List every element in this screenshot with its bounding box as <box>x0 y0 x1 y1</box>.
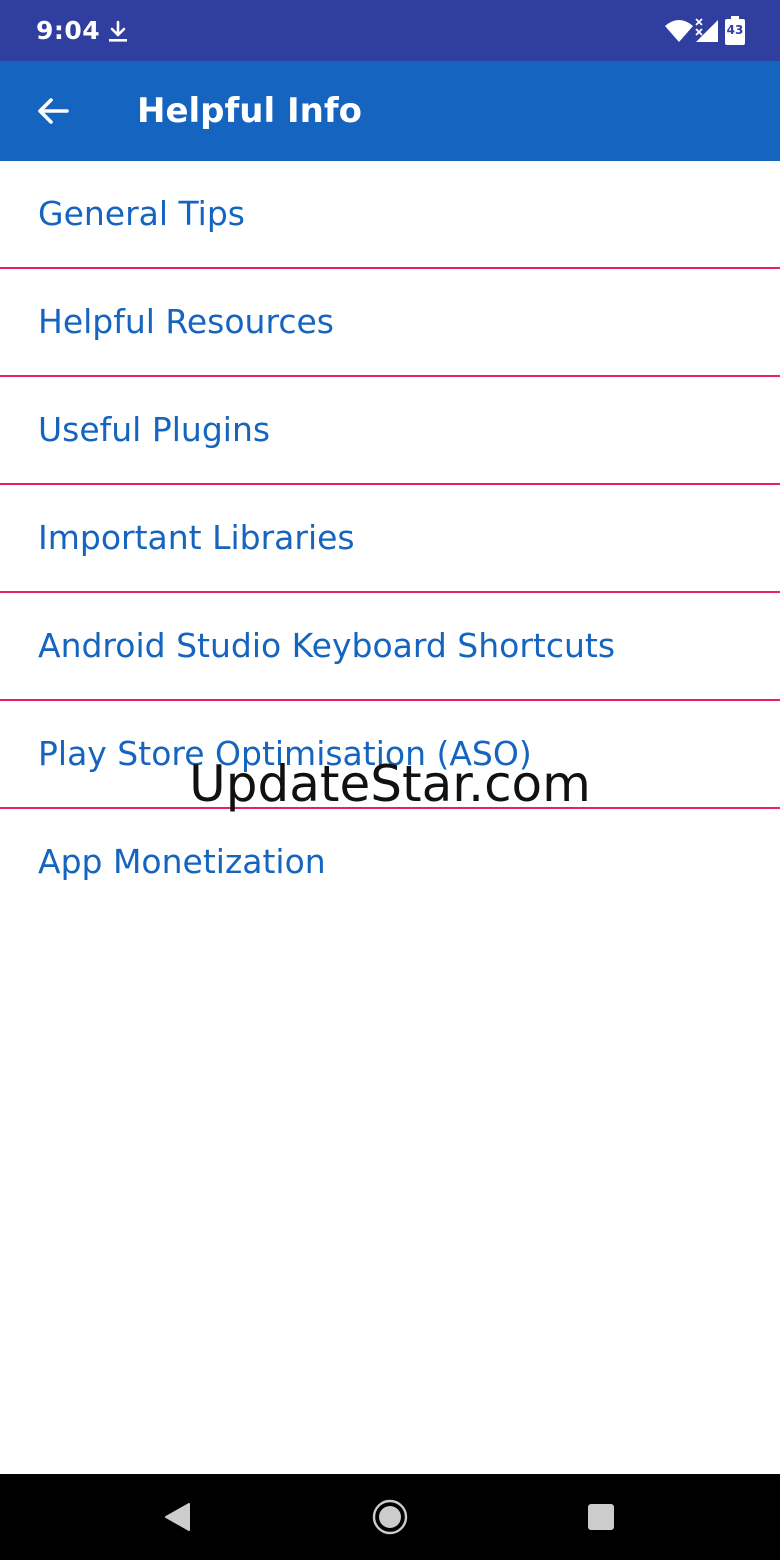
menu-list: General Tips Helpful Resources Useful Pl… <box>0 161 780 915</box>
menu-item-app-monetization[interactable]: App Monetization <box>0 809 780 915</box>
menu-item-play-store-optimisation[interactable]: Play Store Optimisation (ASO) <box>0 701 780 809</box>
menu-item-label: General Tips <box>38 194 245 233</box>
menu-item-label: Play Store Optimisation (ASO) <box>38 734 532 773</box>
arrow-back-icon <box>38 98 69 124</box>
status-bar: 9:04 43 <box>0 0 780 61</box>
status-time: 9:04 <box>36 16 101 45</box>
menu-item-label: App Monetization <box>38 842 326 881</box>
nav-back-button[interactable] <box>154 1494 200 1540</box>
nav-home-button[interactable] <box>367 1494 413 1540</box>
page-title: Helpful Info <box>137 91 363 131</box>
nav-home-icon <box>372 1499 408 1535</box>
menu-item-label: Android Studio Keyboard Shortcuts <box>38 626 616 665</box>
menu-item-helpful-resources[interactable]: Helpful Resources <box>0 269 780 377</box>
menu-item-label: Useful Plugins <box>38 410 271 449</box>
back-button[interactable] <box>22 83 84 139</box>
menu-item-keyboard-shortcuts[interactable]: Android Studio Keyboard Shortcuts <box>0 593 780 701</box>
menu-item-label: Important Libraries <box>38 518 355 557</box>
wifi-icon <box>665 20 693 42</box>
nav-back-icon <box>165 1503 190 1531</box>
signal-icon <box>695 18 718 42</box>
download-icon <box>109 20 127 42</box>
battery-level: 43 <box>726 23 744 37</box>
menu-item-general-tips[interactable]: General Tips <box>0 161 780 269</box>
app-bar: Helpful Info <box>0 61 780 161</box>
nav-recents-button[interactable] <box>578 1494 624 1540</box>
nav-recents-icon <box>588 1504 614 1530</box>
menu-item-useful-plugins[interactable]: Useful Plugins <box>0 377 780 485</box>
navigation-bar <box>0 1474 780 1560</box>
menu-item-important-libraries[interactable]: Important Libraries <box>0 485 780 593</box>
menu-item-label: Helpful Resources <box>38 302 334 341</box>
